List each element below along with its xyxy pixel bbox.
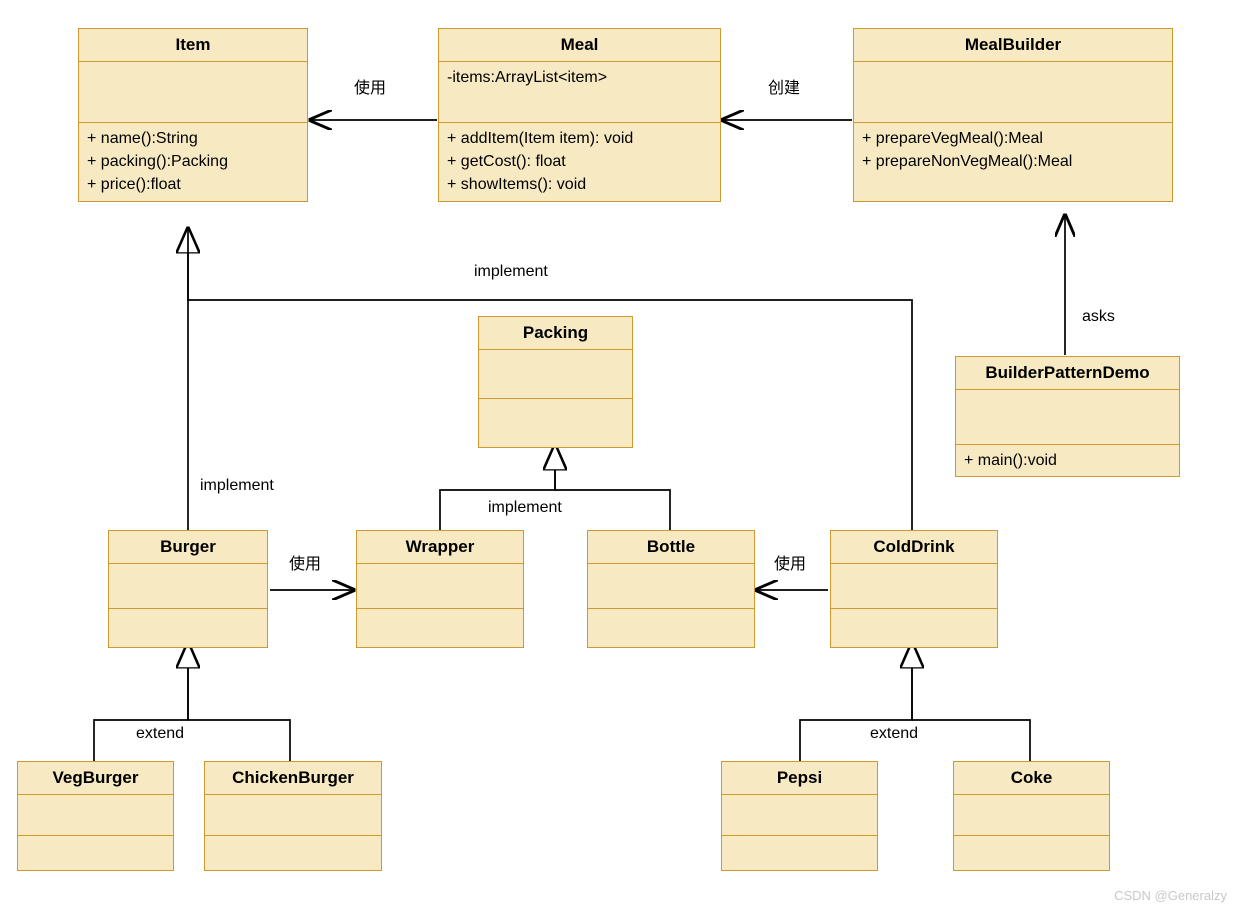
class-title: Pepsi <box>722 762 877 795</box>
class-coke: Coke <box>953 761 1110 871</box>
class-chickenburger: ChickenBurger <box>204 761 382 871</box>
class-ops <box>205 836 381 870</box>
class-attrs <box>588 564 754 609</box>
class-ops: + addItem(Item item): void + getCost(): … <box>439 123 720 201</box>
class-vegburger: VegBurger <box>17 761 174 871</box>
label-create: 创建 <box>768 74 800 98</box>
class-attrs <box>18 795 173 836</box>
class-title: Meal <box>439 29 720 62</box>
label-asks: asks <box>1082 308 1115 326</box>
class-burger: Burger <box>108 530 268 648</box>
class-wrapper: Wrapper <box>356 530 524 648</box>
class-item: Item + name():String + packing():Packing… <box>78 28 308 202</box>
class-mealbuilder: MealBuilder + prepareVegMeal():Meal + pr… <box>853 28 1173 202</box>
label-extend: extend <box>870 725 918 743</box>
class-title: Item <box>79 29 307 62</box>
class-attrs <box>109 564 267 609</box>
label-use: 使用 <box>289 550 321 574</box>
class-pepsi: Pepsi <box>721 761 878 871</box>
class-attrs <box>205 795 381 836</box>
class-ops <box>479 399 632 447</box>
label-use: 使用 <box>774 550 806 574</box>
class-title: Packing <box>479 317 632 350</box>
watermark: CSDN @Generalzy <box>1114 888 1227 903</box>
class-attrs <box>831 564 997 609</box>
class-title: Burger <box>109 531 267 564</box>
class-title: ChickenBurger <box>205 762 381 795</box>
class-ops <box>831 609 997 647</box>
class-ops: + main():void <box>956 445 1179 476</box>
label-implement: implement <box>488 499 562 517</box>
class-title: MealBuilder <box>854 29 1172 62</box>
class-ops: + name():String + packing():Packing + pr… <box>79 123 307 201</box>
class-title: BuilderPatternDemo <box>956 357 1179 390</box>
class-ops <box>18 836 173 870</box>
class-attrs <box>854 62 1172 123</box>
class-meal: Meal -items:ArrayList<item> + addItem(It… <box>438 28 721 202</box>
class-title: Wrapper <box>357 531 523 564</box>
class-ops <box>109 609 267 647</box>
class-attrs <box>79 62 307 123</box>
class-ops <box>357 609 523 647</box>
class-attrs <box>954 795 1109 836</box>
class-title: Bottle <box>588 531 754 564</box>
label-extend: extend <box>136 725 184 743</box>
label-use: 使用 <box>354 74 386 98</box>
class-colddrink: ColdDrink <box>830 530 998 648</box>
class-attrs <box>357 564 523 609</box>
class-packing: Packing <box>478 316 633 448</box>
class-attrs <box>722 795 877 836</box>
label-implement: implement <box>200 477 274 495</box>
class-ops: + prepareVegMeal():Meal + prepareNonVegM… <box>854 123 1172 201</box>
class-attrs: -items:ArrayList<item> <box>439 62 720 123</box>
class-title: Coke <box>954 762 1109 795</box>
label-implement: implement <box>474 263 548 281</box>
class-ops <box>954 836 1109 870</box>
class-ops <box>588 609 754 647</box>
class-builderpatterndemo: BuilderPatternDemo + main():void <box>955 356 1180 477</box>
class-ops <box>722 836 877 870</box>
class-attrs <box>956 390 1179 445</box>
class-title: ColdDrink <box>831 531 997 564</box>
class-attrs <box>479 350 632 399</box>
class-bottle: Bottle <box>587 530 755 648</box>
class-title: VegBurger <box>18 762 173 795</box>
